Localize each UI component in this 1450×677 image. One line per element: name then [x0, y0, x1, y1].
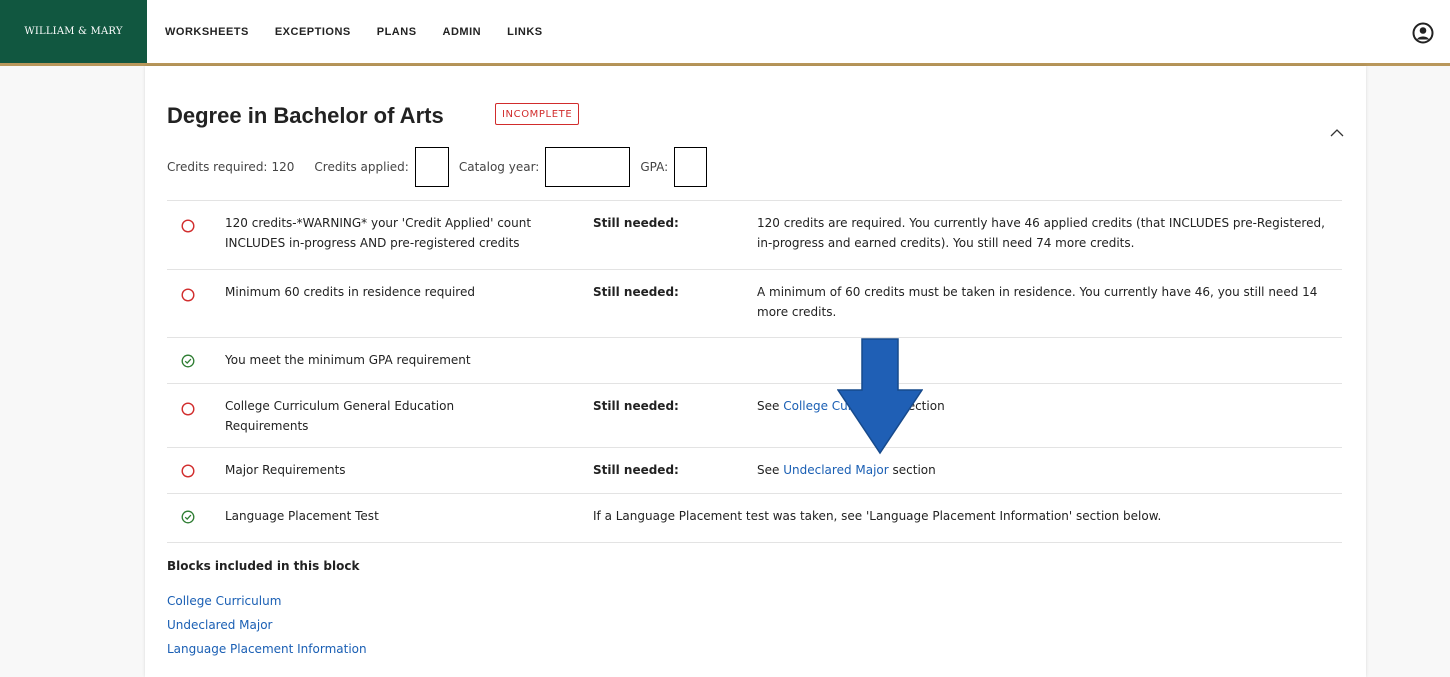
- requirement-description: See Undeclared Major section: [757, 460, 1342, 480]
- incomplete-circle-icon: [181, 288, 195, 302]
- requirement-description: A minimum of 60 credits must be taken in…: [757, 285, 1318, 319]
- nav-exceptions[interactable]: EXCEPTIONS: [275, 26, 351, 38]
- annotation-arrow-down-icon: [837, 338, 923, 455]
- requirement-description: If a Language Placement test was taken, …: [593, 509, 1162, 523]
- incomplete-circle-icon: [181, 464, 195, 478]
- block-link-undeclared-major[interactable]: Undeclared Major: [167, 618, 272, 632]
- requirement-name: Major Requirements: [225, 463, 346, 477]
- requirement-row: College Curriculum General Education Req…: [167, 383, 1342, 447]
- still-needed-label: Still needed:: [593, 399, 679, 413]
- gpa-label: GPA:: [640, 160, 669, 174]
- check-circle-icon: [181, 510, 195, 524]
- gpa-redaction: [674, 147, 708, 187]
- degree-title: Degree in Bachelor of Arts: [167, 103, 444, 128]
- chevron-up-icon[interactable]: [1330, 128, 1344, 138]
- block-link-language-placement[interactable]: Language Placement Information: [167, 642, 367, 656]
- still-needed-label: Still needed:: [593, 463, 679, 477]
- catalog-year-label: Catalog year:: [458, 160, 540, 174]
- requirement-description: 120 credits are required. You currently …: [757, 216, 1325, 250]
- credits-required-value: 120: [271, 160, 295, 174]
- requirement-name: Minimum 60 credits in residence required: [225, 285, 475, 299]
- requirement-row: Language Placement Test If a Language Pl…: [167, 493, 1342, 543]
- incomplete-circle-icon: [181, 219, 195, 233]
- credits-required-label: Credits required:: [167, 160, 268, 174]
- requirement-row: Minimum 60 credits in residence required…: [167, 269, 1342, 337]
- section-text: section: [892, 463, 936, 477]
- credits-applied-label: Credits applied:: [314, 160, 409, 174]
- credits-applied-redaction: [414, 147, 449, 187]
- nav-worksheets[interactable]: WORKSHEETS: [165, 26, 249, 38]
- incomplete-circle-icon: [181, 402, 195, 416]
- requirement-name: 120 credits-*WARNING* your 'Credit Appli…: [225, 216, 532, 250]
- william-mary-logo[interactable]: WILLIAM & MARY: [0, 0, 147, 63]
- status-badge: INCOMPLETE: [495, 103, 580, 125]
- requirement-row: 120 credits-*WARNING* your 'Credit Appli…: [167, 200, 1342, 269]
- included-blocks-heading: Blocks included in this block: [167, 559, 360, 573]
- block-link-college-curriculum[interactable]: College Curriculum: [167, 594, 281, 608]
- requirements-list: 120 credits-*WARNING* your 'Credit Appli…: [167, 200, 1342, 543]
- catalog-year-redaction: [545, 147, 631, 187]
- check-circle-icon: [181, 354, 195, 368]
- user-account-icon[interactable]: [1412, 22, 1434, 44]
- main-nav: WORKSHEETS EXCEPTIONS PLANS ADMIN LINKS: [165, 0, 543, 63]
- requirement-name: College Curriculum General Education Req…: [225, 399, 455, 433]
- nav-plans[interactable]: PLANS: [377, 26, 417, 38]
- nav-admin[interactable]: ADMIN: [443, 26, 482, 38]
- top-navigation-bar: WILLIAM & MARY WORKSHEETS EXCEPTIONS PLA…: [0, 0, 1450, 66]
- degree-summary: Credits required: 120 Credits applied: C…: [167, 146, 708, 188]
- degree-block-card: Degree in Bachelor of Arts INCOMPLETE Cr…: [145, 66, 1366, 677]
- requirement-name: Language Placement Test: [225, 509, 379, 523]
- still-needed-label: Still needed:: [593, 216, 679, 230]
- nav-links[interactable]: LINKS: [507, 26, 543, 38]
- undeclared-major-link[interactable]: Undeclared Major: [783, 463, 888, 477]
- still-needed-label: Still needed:: [593, 285, 679, 299]
- requirement-name: You meet the minimum GPA requirement: [225, 353, 471, 367]
- requirement-row: Major Requirements Still needed: See Und…: [167, 447, 1342, 493]
- see-text: See: [757, 399, 780, 413]
- requirement-row: You meet the minimum GPA requirement: [167, 337, 1342, 383]
- see-text: See: [757, 463, 780, 477]
